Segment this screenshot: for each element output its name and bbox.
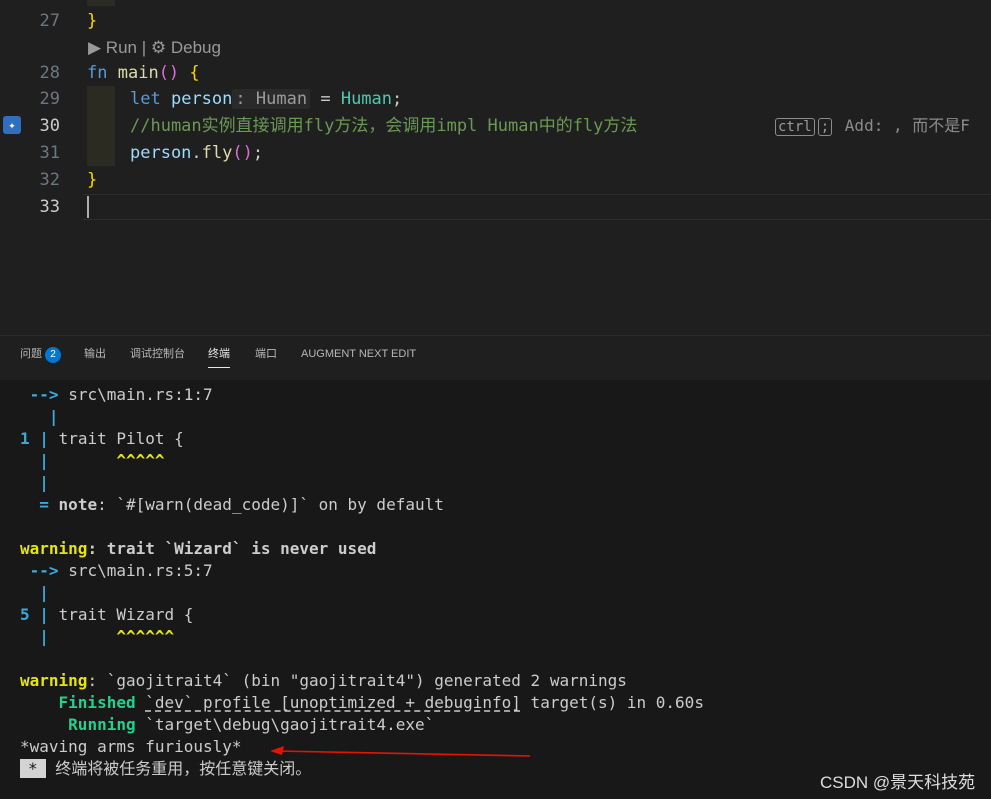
terminal-line: warning: `gaojitrait4` (bin "gaojitrait4… [20, 671, 627, 690]
current-line-highlight [83, 194, 991, 220]
terminal-line: *waving arms furiously* [20, 737, 242, 756]
tab-ports[interactable]: 端口 [255, 346, 277, 367]
terminal-line: | [39, 583, 49, 602]
panel-tab-bar: 问题 2 输出 调试控制台 终端 端口 AUGMENT NEXT EDIT [0, 335, 991, 380]
run-link[interactable]: ▶ Run [88, 38, 137, 57]
code-line-28: fn main() { [87, 63, 200, 83]
terminal-line: --> src\main.rs:1:7 [29, 385, 213, 404]
semicolon-key: ; [817, 118, 833, 136]
tab-problems[interactable]: 问题 2 [20, 346, 61, 368]
terminal-reuse-marker: * [20, 759, 46, 778]
code-line-27: } [87, 11, 98, 31]
line-number: 28 [39, 63, 60, 83]
watermark: CSDN @景天科技苑 [820, 773, 976, 792]
text-cursor [87, 196, 89, 218]
code-line-30: //human实例直接调用fly方法，会调用impl Human中的fly方法 [130, 116, 638, 136]
indent-guide [87, 86, 115, 166]
terminal-line: 1 | trait Pilot { [20, 429, 184, 448]
terminal-line: 5 | trait Wizard { [20, 605, 194, 624]
indent-guide [87, 0, 115, 6]
terminal-line: | ^^^^^^ [39, 627, 175, 646]
problems-count-badge: 2 [45, 347, 61, 363]
code-line-31: person.fly(); [130, 143, 264, 163]
line-number: 29 [39, 89, 60, 109]
tab-debug-console[interactable]: 调试控制台 [130, 346, 185, 367]
code-line-32: } [87, 170, 98, 190]
line-number: 26 [0, 0, 60, 8]
terminal-line: Finished `dev` profile [unoptimized + de… [58, 693, 704, 712]
tab-terminal[interactable]: 终端 [208, 346, 230, 368]
code-line-29: let person: Human = Human; [130, 89, 403, 109]
terminal-line: = note: `#[warn(dead_code)]` on by defau… [39, 495, 444, 514]
terminal-line: | [48, 407, 59, 426]
code-editor[interactable]: 26 27 28 29 30 31 32 33 ✦ } ▶ Run | ⚙ De… [0, 0, 991, 335]
line-number: 32 [39, 170, 60, 190]
terminal-line: | [39, 473, 49, 492]
terminal-line: warning: trait `Wizard` is never used [20, 539, 377, 558]
tab-output[interactable]: 输出 [84, 346, 106, 367]
codelens: ▶ Run | ⚙ Debug [88, 38, 221, 57]
gear-icon: ⚙ [150, 38, 167, 57]
line-number: 27 [39, 11, 60, 31]
annotation-arrow [270, 746, 531, 757]
line-number: 31 [39, 143, 60, 163]
sparkle-lightbulb-icon[interactable]: ✦ [3, 116, 21, 134]
terminal-line: --> src\main.rs:5:7 [29, 561, 213, 580]
terminal-line: | ^^^^^ [39, 451, 165, 470]
ctrl-key: ctrl [775, 118, 815, 136]
line-number: 33 [39, 197, 60, 217]
terminal-line: Running `target\debug\gaojitrait4.exe` [68, 715, 435, 734]
debug-link[interactable]: ⚙ Debug [151, 38, 221, 57]
inline-suggestion-hint: ctrl; Add: , 而不是F [775, 114, 970, 138]
terminal-output[interactable]: --> src\main.rs:1:7 | 1 | trait Pilot { … [0, 380, 991, 799]
profile-link[interactable]: `dev` profile [unoptimized + debuginfo] [145, 693, 521, 712]
tab-augment-next-edit[interactable]: AUGMENT NEXT EDIT [301, 346, 416, 367]
type-inlay-hint: Human [255, 89, 308, 109]
